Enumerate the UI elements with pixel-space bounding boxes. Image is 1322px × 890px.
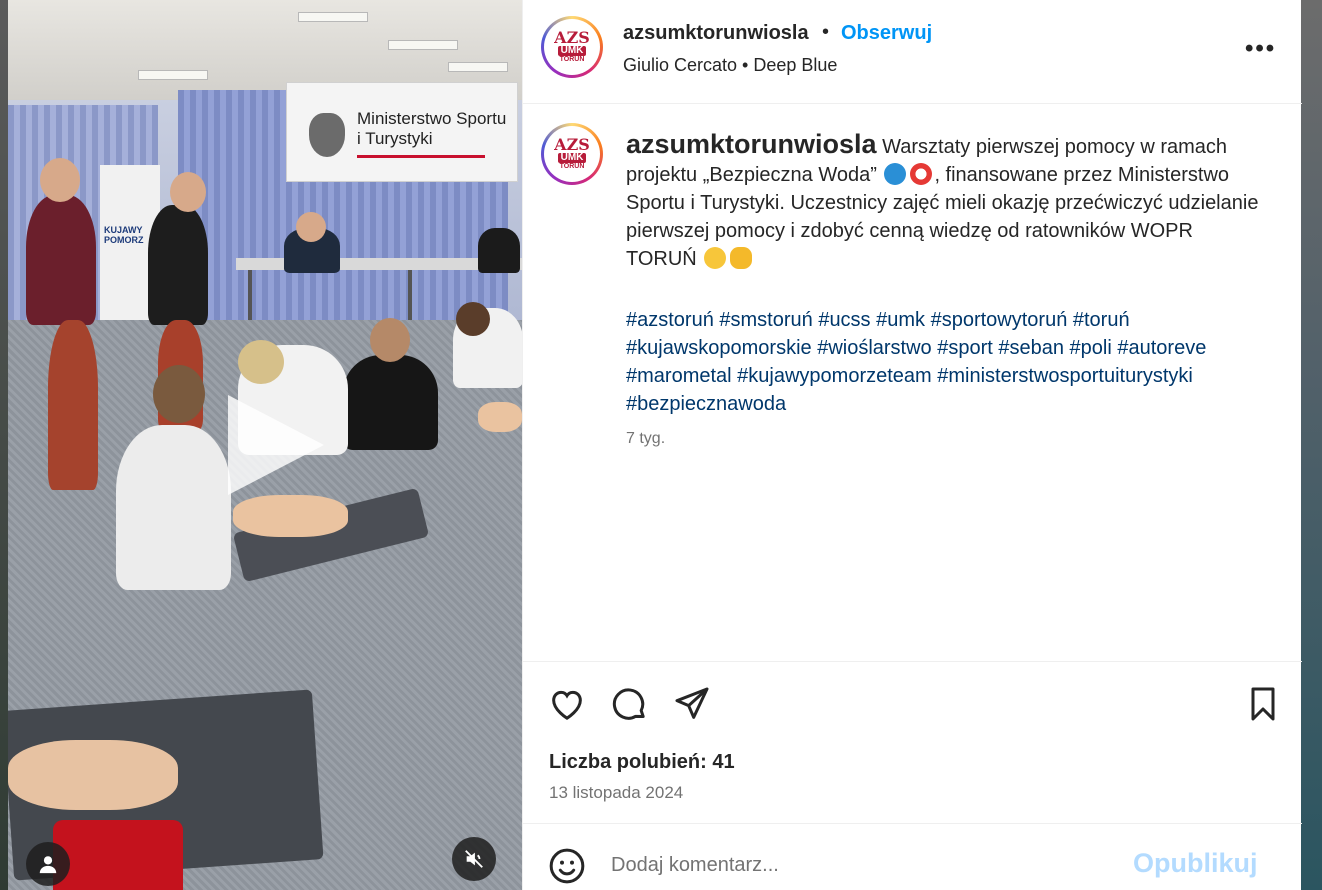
club-logo-umk: UMK bbox=[557, 153, 587, 163]
ceiling-light bbox=[298, 12, 368, 22]
ceiling-light bbox=[448, 62, 508, 72]
caption-username[interactable]: azsumktorunwiosla bbox=[626, 129, 877, 159]
person-instructor-legs bbox=[48, 320, 98, 490]
user-tag-icon bbox=[39, 856, 57, 874]
person-kneeling-front bbox=[116, 425, 231, 590]
grin-emoji-icon bbox=[704, 247, 727, 269]
play-icon[interactable] bbox=[228, 395, 324, 495]
backdrop-left-strip bbox=[0, 0, 8, 890]
audio-track-link[interactable]: Giulio Cercato • Deep Blue bbox=[623, 55, 837, 76]
person-kneeling bbox=[343, 355, 438, 450]
cpr-manikin bbox=[233, 495, 348, 537]
infant-manikin bbox=[8, 740, 178, 810]
cpr-manikin bbox=[478, 402, 522, 432]
flexed-bicep-emoji-icon bbox=[730, 247, 753, 269]
like-count[interactable]: Liczba polubień: 41 bbox=[549, 751, 735, 774]
person-head bbox=[170, 172, 206, 212]
person-head bbox=[153, 365, 205, 423]
more-icon: ••• bbox=[1245, 35, 1277, 62]
user-tag-button[interactable] bbox=[26, 842, 70, 886]
muted-icon bbox=[465, 850, 483, 868]
person-instructor bbox=[26, 195, 96, 325]
eagle-emblem bbox=[309, 113, 345, 157]
wave-emoji-icon bbox=[884, 163, 907, 185]
club-logo-mark: AZS bbox=[554, 28, 590, 47]
post-panel: AZS UMK TORUŃ azsumktorunwiosla • Obserw… bbox=[522, 0, 1302, 890]
avatar-logo: AZS UMK TORUŃ bbox=[544, 19, 600, 75]
publish-button[interactable]: Opublikuj bbox=[1133, 848, 1258, 879]
banner-text: Ministerstwo Sportu i Turystyki bbox=[357, 109, 507, 148]
mute-button[interactable] bbox=[452, 837, 496, 881]
post-video[interactable]: Ministerstwo Sportu i Turystyki KUJAWY P… bbox=[8, 0, 522, 890]
post-header: AZS UMK TORUŃ azsumktorunwiosla • Obserw… bbox=[523, 0, 1302, 104]
first-aid-bag bbox=[53, 820, 183, 890]
person-seated bbox=[478, 228, 520, 273]
club-logo-city: TORUŃ bbox=[559, 163, 585, 170]
club-logo-mark: AZS bbox=[554, 135, 590, 154]
comment-input[interactable] bbox=[611, 854, 1091, 877]
person-head bbox=[40, 158, 80, 202]
caption-avatar[interactable]: AZS UMK TORUŃ bbox=[541, 123, 603, 185]
ministry-banner: Ministerstwo Sportu i Turystyki bbox=[286, 82, 518, 182]
hashtag-list[interactable]: #azstoruń #smstoruń #ucss #umk #sportowy… bbox=[626, 306, 1266, 418]
post-date: 13 listopada 2024 bbox=[549, 783, 684, 802]
ceiling-light bbox=[138, 70, 208, 80]
profile-avatar[interactable]: AZS UMK TORUŃ bbox=[541, 16, 603, 78]
caption-age: 7 tyg. bbox=[626, 430, 666, 447]
follow-button[interactable]: Obserwuj bbox=[841, 22, 932, 45]
emoji-icon[interactable] bbox=[547, 846, 587, 886]
person-head bbox=[238, 340, 284, 384]
heart-icon[interactable] bbox=[547, 684, 587, 724]
club-logo-umk: UMK bbox=[557, 46, 587, 56]
person-head bbox=[370, 318, 410, 362]
avatar-logo: AZS UMK TORUŃ bbox=[544, 126, 600, 182]
action-bar: Liczba polubień: 41 13 listopada 2024 bbox=[523, 661, 1302, 823]
comment-bar: Opublikuj bbox=[523, 823, 1302, 890]
club-logo-city: TORUŃ bbox=[559, 56, 585, 63]
bookmark-icon[interactable] bbox=[1243, 684, 1283, 724]
header-username[interactable]: azsumktorunwiosla bbox=[623, 22, 809, 45]
person-lifeguard bbox=[148, 205, 208, 325]
comment-icon[interactable] bbox=[609, 684, 649, 724]
backdrop-right-strip bbox=[1300, 0, 1322, 890]
post-caption: azsumktorunwiosla Warsztaty pierwszej po… bbox=[626, 130, 1266, 273]
person-head bbox=[296, 212, 326, 242]
person-head bbox=[456, 302, 490, 336]
ceiling-light bbox=[388, 40, 458, 50]
header-separator: • bbox=[822, 21, 830, 43]
lifebuoy-emoji-icon bbox=[910, 163, 933, 185]
banner-red-line bbox=[357, 155, 485, 158]
more-options-button[interactable]: ••• bbox=[1245, 35, 1276, 63]
share-icon[interactable] bbox=[672, 684, 712, 724]
